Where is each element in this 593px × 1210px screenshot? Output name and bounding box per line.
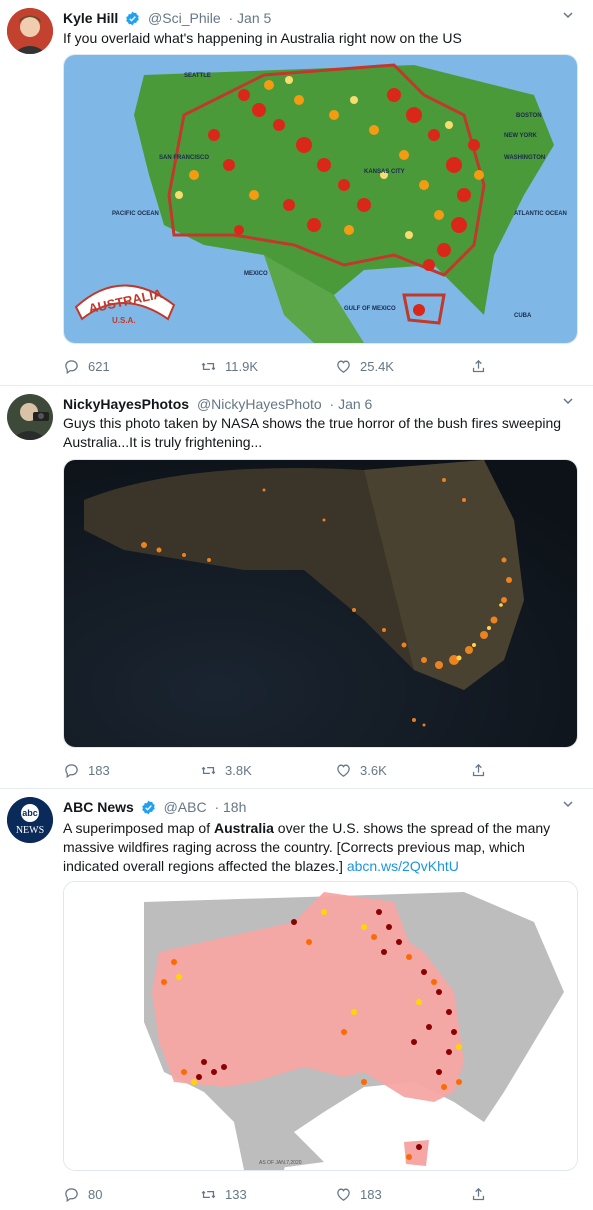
tweet-header: Kyle Hill @Sci_Phile · Jan 5 <box>63 9 271 30</box>
timestamp[interactable]: · Jan 5 <box>229 10 272 26</box>
share-icon <box>472 1187 485 1201</box>
handle[interactable]: @ABC <box>164 799 207 815</box>
retweet-button[interactable]: 3.8K <box>200 762 252 779</box>
tweet-actions: 621 11.9K 25.4K <box>63 358 563 378</box>
like-count: 183 <box>360 1187 382 1202</box>
avatar-nickyhayesphotos[interactable] <box>7 394 53 440</box>
overlay-map-image: SEATTLE SAN FRANCISCO BOSTON NEW YORK WA… <box>64 55 577 343</box>
tweet-image-abc-map[interactable]: AS OF JAN.7,2020 <box>63 881 578 1171</box>
display-name[interactable]: ABC News <box>63 799 134 815</box>
reply-icon <box>65 1188 78 1203</box>
tweet-text: Guys this photo taken by NASA shows the … <box>63 415 562 450</box>
reply-button[interactable]: 183 <box>63 762 110 779</box>
like-count: 25.4K <box>360 359 394 374</box>
tweet-header: NickyHayesPhotos @NickyHayesPhoto · Jan … <box>63 395 372 413</box>
retweet-button[interactable]: 133 <box>200 1186 247 1203</box>
chevron-down-icon[interactable] <box>561 797 575 816</box>
retweet-count: 11.9K <box>225 359 259 374</box>
heart-icon <box>337 360 350 373</box>
reply-count: 621 <box>88 359 110 374</box>
reply-icon <box>65 360 78 375</box>
text-part: A superimposed map of <box>63 820 214 836</box>
map-label-cuba: CUBA <box>514 313 532 319</box>
tweet-2[interactable]: NickyHayesPhotos @NickyHayesPhoto · Jan … <box>0 386 593 788</box>
share-button[interactable] <box>470 358 487 375</box>
banner-usa: U.S.A. <box>112 316 136 325</box>
heart-icon <box>337 1188 350 1201</box>
news-logo-text: NEWS <box>16 825 44 836</box>
retweet-icon <box>201 1190 216 1199</box>
tweet-actions: 183 3.8K 3.6K <box>63 762 563 782</box>
heart-icon <box>337 764 350 777</box>
reply-button[interactable]: 621 <box>63 358 110 375</box>
retweet-count: 3.8K <box>225 763 252 778</box>
nasa-fire-photo <box>64 460 577 747</box>
reply-count: 183 <box>88 763 110 778</box>
map-label-atlantic: ATLANTIC OCEAN <box>514 211 567 217</box>
map-date-caption: AS OF JAN.7,2020 <box>259 1160 302 1166</box>
display-name[interactable]: Kyle Hill <box>63 10 118 26</box>
retweet-button[interactable]: 11.9K <box>200 358 258 375</box>
reply-count: 80 <box>88 1187 103 1202</box>
map-label-new-york: NEW YORK <box>504 133 538 139</box>
tweet-image-map[interactable]: SEATTLE SAN FRANCISCO BOSTON NEW YORK WA… <box>63 54 578 344</box>
avatar-abc-news[interactable]: abc NEWS <box>7 797 53 843</box>
like-count: 3.6K <box>360 763 387 778</box>
map-label-san-francisco: SAN FRANCISCO <box>159 155 209 161</box>
map-label-washington: WASHINGTON <box>504 155 545 161</box>
share-button[interactable] <box>470 762 487 779</box>
tweet-text: A superimposed map of Australia over the… <box>63 819 563 876</box>
map-label-kansas-city: KANSAS CITY <box>364 169 405 175</box>
map-label-mexico: MEXICO <box>244 271 268 277</box>
tweet-text: If you overlaid what's happening in Aust… <box>63 30 462 46</box>
handle[interactable]: @NickyHayesPhoto <box>197 396 322 412</box>
timestamp[interactable]: · 18h <box>214 799 246 815</box>
map-label-seattle: SEATTLE <box>184 73 211 79</box>
map-label-pacific: PACIFIC OCEAN <box>112 211 159 217</box>
share-icon <box>472 359 485 373</box>
text-bold: Australia <box>213 820 274 836</box>
tweet-actions: 80 133 183 <box>63 1186 563 1206</box>
tweet-3[interactable]: abc NEWS ABC News @ABC · 18h A superimpo… <box>0 789 593 1210</box>
chevron-down-icon[interactable] <box>561 8 575 27</box>
retweet-icon <box>201 362 216 371</box>
handle[interactable]: @Sci_Phile <box>148 10 221 26</box>
tweet-image-nasa[interactable] <box>63 459 578 748</box>
like-button[interactable]: 3.6K <box>335 762 387 779</box>
avatar-kyle-hill[interactable] <box>7 8 53 54</box>
tweet-1[interactable]: Kyle Hill @Sci_Phile · Jan 5 If you over… <box>0 0 593 385</box>
share-icon <box>472 763 485 777</box>
map-label-gulf: GULF OF MEXICO <box>344 306 396 312</box>
chevron-down-icon[interactable] <box>561 394 575 413</box>
tweet-link[interactable]: abcn.ws/2QvKhtU <box>347 858 459 874</box>
timestamp[interactable]: · Jan 6 <box>330 396 373 412</box>
tweet-header: ABC News @ABC · 18h <box>63 798 246 819</box>
share-button[interactable] <box>470 1186 487 1203</box>
retweet-icon <box>201 766 216 775</box>
reply-button[interactable]: 80 <box>63 1186 102 1203</box>
display-name[interactable]: NickyHayesPhotos <box>63 396 189 412</box>
map-label-boston: BOSTON <box>516 113 542 119</box>
retweet-count: 133 <box>225 1187 247 1202</box>
verified-badge-icon <box>141 800 156 819</box>
reply-icon <box>65 764 78 779</box>
verified-badge-icon <box>125 11 140 30</box>
like-button[interactable]: 183 <box>335 1186 382 1203</box>
abc-logo-text: abc <box>22 808 38 818</box>
like-button[interactable]: 25.4K <box>335 358 394 375</box>
abc-overlay-map: AS OF JAN.7,2020 <box>64 882 577 1170</box>
